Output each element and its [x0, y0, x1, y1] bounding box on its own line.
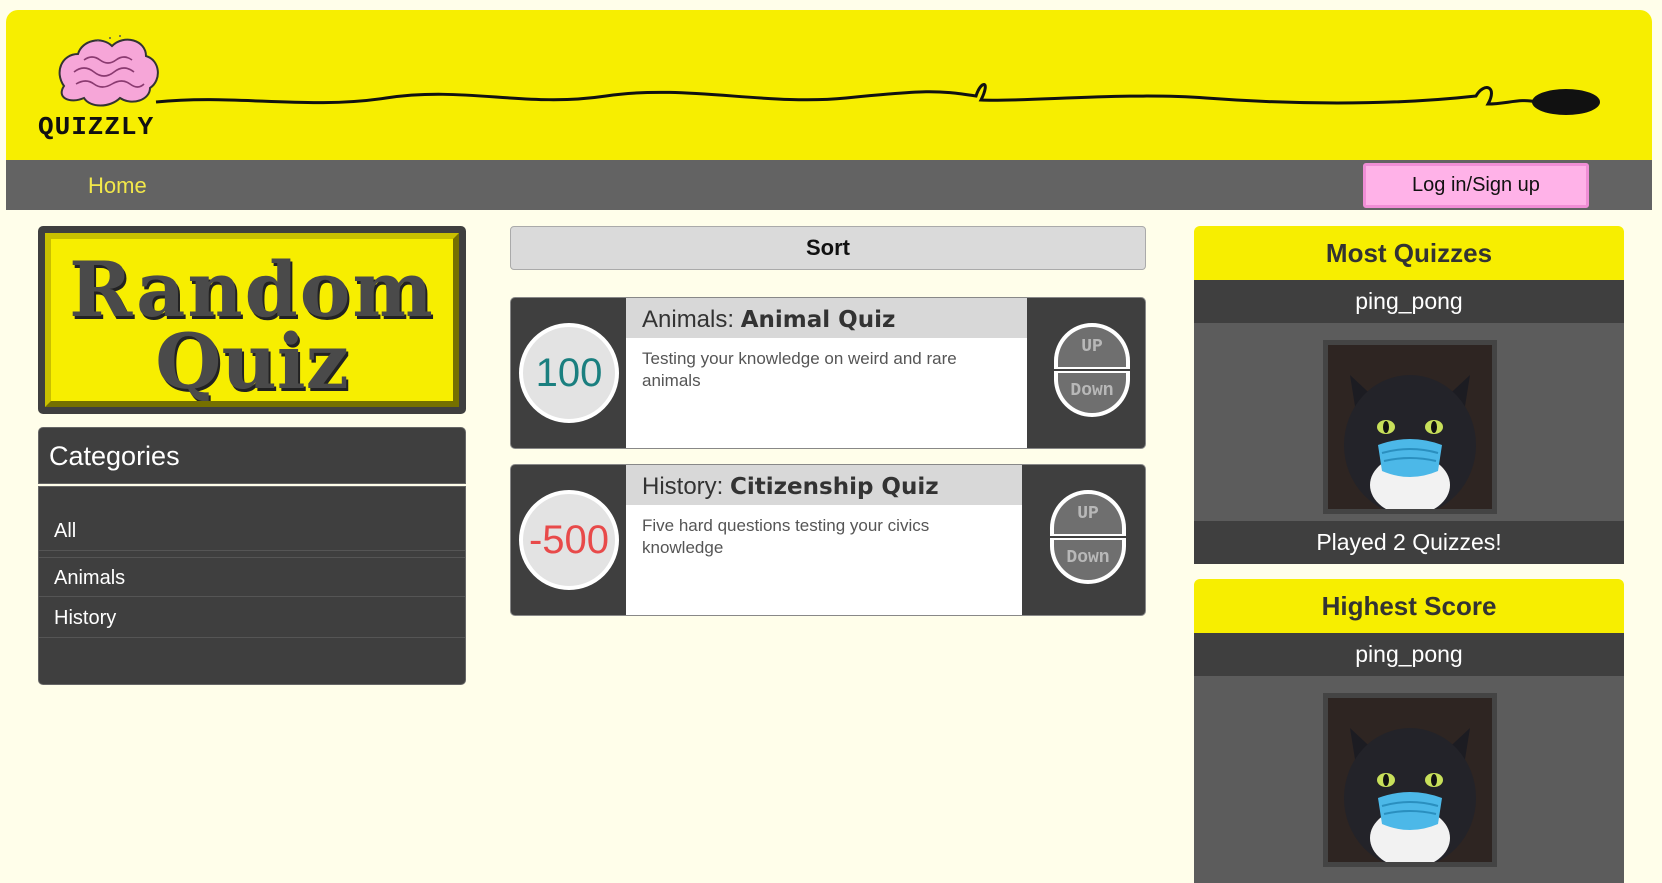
leaderboard-username[interactable]: ping_pong: [1194, 633, 1624, 676]
categories-list: All Animals History: [38, 486, 466, 685]
quiz-score: 100: [519, 323, 619, 423]
category-item-history[interactable]: History: [39, 598, 465, 638]
quiz-title-bar: Animals: Animal Quiz: [626, 298, 1027, 338]
random-quiz-line2: Quiz: [155, 317, 349, 406]
leaderboard-username[interactable]: ping_pong: [1194, 280, 1624, 323]
categories-header: Categories: [38, 427, 466, 484]
brain-logo-icon: [58, 35, 159, 107]
category-item-animals[interactable]: Animals: [39, 557, 465, 597]
leaderboard-heading: Most Quizzes: [1194, 226, 1624, 280]
vote-control: UP Down: [1054, 323, 1130, 417]
leaderboard-most-quizzes: Most Quizzes ping_pong Played 2 Quizzes!: [1194, 226, 1624, 564]
avatar-area: [1194, 323, 1624, 521]
quiz-body[interactable]: Animals: Animal Quiz Testing your knowle…: [626, 298, 1027, 448]
cat-with-mask-avatar-icon: [1323, 693, 1497, 867]
quiz-card[interactable]: -500 History: Citizenship Quiz Five hard…: [510, 464, 1146, 616]
quiz-score: -500: [519, 490, 619, 590]
login-signup-button[interactable]: Log in/Sign up: [1363, 163, 1589, 208]
quiz-description: Five hard questions testing your civics …: [642, 516, 930, 557]
quiz-category: Animals:: [642, 306, 741, 333]
category-item-all[interactable]: All: [39, 511, 465, 551]
leaderboard-highest-score: Highest Score ping_pong: [1194, 579, 1624, 883]
vote-down-button[interactable]: Down: [1054, 371, 1130, 417]
quiz-title: Citizenship Quiz: [730, 474, 939, 500]
quiz-title-bar: History: Citizenship Quiz: [626, 465, 1022, 505]
random-quiz-button[interactable]: Random Quiz: [38, 226, 466, 414]
vote-control: UP Down: [1050, 490, 1126, 584]
vote-up-button[interactable]: UP: [1054, 323, 1130, 369]
quiz-body[interactable]: History: Citizenship Quiz Five hard ques…: [626, 465, 1022, 615]
cat-with-mask-avatar-icon: [1323, 340, 1497, 514]
nav-bar: Home Log in/Sign up: [6, 160, 1652, 210]
leaderboard-footer: Played 2 Quizzes!: [1194, 521, 1624, 564]
random-quiz-banner: Random Quiz: [45, 233, 459, 407]
vote-up-button[interactable]: UP: [1050, 490, 1126, 536]
mouse-icon: [1532, 89, 1600, 115]
home-link[interactable]: Home: [88, 173, 147, 199]
avatar-area: [1194, 676, 1624, 883]
quiz-description: Testing your knowledge on weird and rare…: [642, 349, 957, 390]
logo-text[interactable]: QUIZZLY: [38, 112, 154, 142]
sort-button[interactable]: Sort: [510, 226, 1146, 270]
categories-title: Categories: [49, 441, 180, 471]
quiz-title: Animal Quiz: [740, 307, 896, 333]
mouse-cord-decoration: [155, 83, 1600, 115]
leaderboard-heading: Highest Score: [1194, 579, 1624, 633]
vote-down-button[interactable]: Down: [1050, 538, 1126, 584]
site-header: QUIZZLY: [6, 10, 1652, 160]
quiz-card[interactable]: 100 Animals: Animal Quiz Testing your kn…: [510, 297, 1146, 449]
quiz-category: History:: [642, 473, 731, 500]
